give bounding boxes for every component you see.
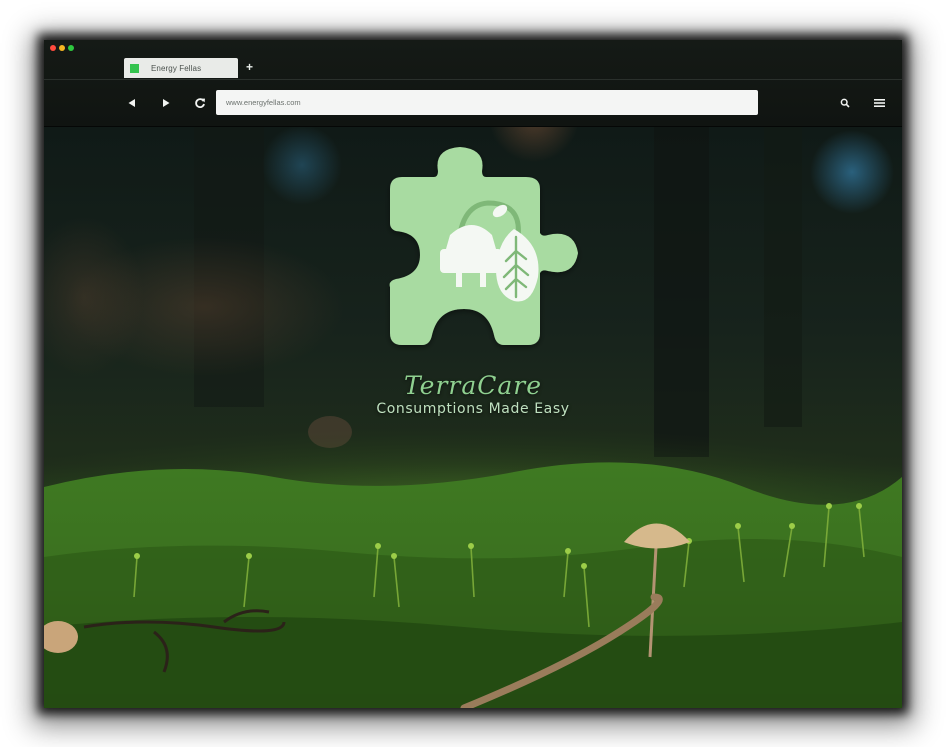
minimize-window-button[interactable] bbox=[59, 45, 65, 51]
tab-title: Energy Fellas bbox=[151, 63, 202, 73]
search-icon bbox=[840, 98, 850, 108]
browser-tab[interactable]: Energy Fellas bbox=[124, 58, 238, 78]
back-button[interactable] bbox=[124, 95, 140, 111]
address-bar[interactable]: www.energyfellas.com bbox=[216, 90, 758, 115]
hero-section: TerraCare Consumptions Made Easy bbox=[44, 127, 902, 708]
favicon-icon bbox=[130, 63, 139, 73]
menu-button[interactable] bbox=[871, 95, 887, 111]
brand-name: TerraCare bbox=[403, 371, 543, 400]
maximize-window-button[interactable] bbox=[68, 45, 74, 51]
address-url: www.energyfellas.com bbox=[226, 98, 301, 107]
forward-button[interactable] bbox=[158, 95, 174, 111]
puzzle-piece-plug-leaf-logo-icon bbox=[389, 147, 578, 345]
search-button[interactable] bbox=[837, 95, 853, 111]
tagline: Consumptions Made Easy bbox=[376, 401, 570, 417]
new-tab-button[interactable]: + bbox=[246, 60, 253, 74]
toolbar-divider bbox=[44, 79, 902, 80]
back-arrow-icon bbox=[128, 99, 135, 107]
forward-arrow-icon bbox=[163, 99, 170, 107]
hamburger-menu-icon bbox=[873, 99, 885, 107]
browser-chrome: Energy Fellas + www.energyfellas.com bbox=[44, 40, 902, 127]
window-controls bbox=[50, 45, 74, 51]
logo bbox=[372, 145, 604, 357]
reload-icon bbox=[195, 98, 205, 108]
browser-window: Energy Fellas + www.energyfellas.com Ter… bbox=[44, 40, 902, 708]
reload-button[interactable] bbox=[192, 95, 208, 111]
close-window-button[interactable] bbox=[50, 45, 56, 51]
